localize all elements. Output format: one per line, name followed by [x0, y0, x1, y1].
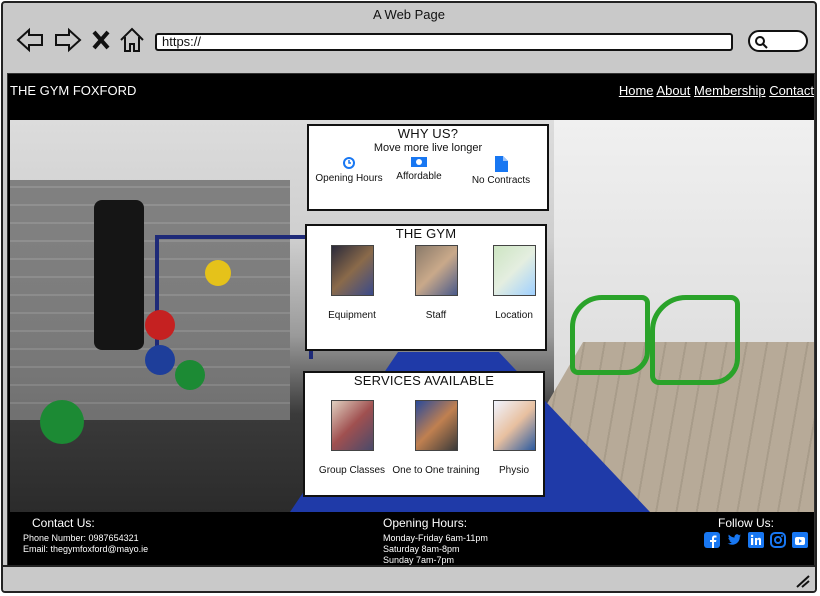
window-title: A Web Page [372, 7, 446, 22]
tile-location[interactable]: Location [475, 245, 553, 321]
nav-membership[interactable]: Membership [694, 83, 766, 98]
social-links [704, 532, 808, 548]
search-icon[interactable] [754, 35, 768, 49]
tile-physio[interactable]: Physio [475, 400, 553, 476]
contact-title: Contact Us: [32, 516, 95, 530]
tile-equipment[interactable]: Equipment [313, 245, 391, 321]
tile-label[interactable]: Location [495, 310, 533, 321]
hours-title: Opening Hours: [383, 516, 468, 530]
nav-about[interactable]: About [656, 83, 690, 98]
back-arrow-icon[interactable] [15, 25, 45, 55]
hours-line: Monday-Friday 6am-11pm [383, 533, 488, 543]
feature-opening-hours: Opening Hours [309, 156, 389, 184]
tile-label[interactable]: Group Classes [319, 465, 385, 476]
clock-icon [343, 157, 355, 169]
browser-window: A Web Page https:// THE GYM FOXFORD Home… [1, 1, 817, 593]
close-x-icon[interactable] [89, 25, 113, 55]
services-title: SERVICES AVAILABLE [353, 373, 495, 388]
twitter-icon[interactable] [726, 532, 742, 548]
top-nav: Home About Membership Contact [619, 83, 814, 98]
punching-bag [94, 200, 144, 350]
why-us-card: WHY US? Move more live longer Opening Ho… [307, 124, 549, 211]
services-card: SERVICES AVAILABLE Group Classes One to … [303, 371, 545, 497]
one-to-one-thumbnail[interactable] [414, 400, 458, 451]
feature-label: Opening Hours [315, 173, 383, 184]
equipment-thumbnail[interactable] [330, 245, 374, 296]
page-viewport: THE GYM FOXFORD Home About Membership Co… [7, 73, 815, 571]
site-header: THE GYM FOXFORD Home About Membership Co… [8, 74, 814, 120]
staff-thumbnail[interactable] [414, 245, 458, 296]
feature-affordable: Affordable [379, 156, 459, 182]
home-icon[interactable] [117, 25, 147, 55]
weight-plate [145, 310, 175, 340]
weight-plate [145, 345, 175, 375]
the-gym-card: THE GYM Equipment Staff Location [305, 224, 547, 351]
weight-plate [205, 260, 231, 286]
forward-arrow-icon[interactable] [53, 25, 83, 55]
tile-label[interactable]: Equipment [328, 310, 376, 321]
nav-home[interactable]: Home [619, 83, 654, 98]
instagram-icon[interactable] [770, 532, 786, 548]
tile-label[interactable]: Staff [426, 310, 446, 321]
resize-grip-icon[interactable] [795, 574, 811, 588]
weight-plate [175, 360, 205, 390]
follow-title: Follow Us: [717, 516, 774, 530]
site-footer: Contact Us: Phone Number: 0987654321 Ema… [8, 512, 814, 570]
tile-group-classes[interactable]: Group Classes [313, 400, 391, 476]
exercise-bike [570, 295, 650, 375]
youtube-icon[interactable] [792, 532, 808, 548]
url-bar[interactable]: https:// [155, 33, 733, 51]
contact-phone: Phone Number: 0987654321 [23, 533, 139, 543]
status-bar [3, 565, 815, 591]
exercise-bike [650, 295, 740, 385]
hours-line: Saturday 8am-8pm [383, 544, 460, 554]
why-us-title: WHY US? [397, 126, 459, 141]
site-brand[interactable]: THE GYM FOXFORD [10, 83, 136, 98]
document-icon [494, 156, 508, 172]
feature-label: Affordable [396, 171, 442, 182]
weight-rack [155, 235, 313, 359]
tile-label[interactable]: Physio [499, 465, 529, 476]
feature-no-contracts: No Contracts [461, 156, 541, 186]
feature-label: No Contracts [471, 175, 531, 186]
tile-staff[interactable]: Staff [397, 245, 475, 321]
search-box[interactable] [748, 30, 808, 52]
physio-thumbnail[interactable] [492, 400, 536, 451]
money-icon [411, 157, 427, 167]
linkedin-icon[interactable] [748, 532, 764, 548]
tile-label[interactable]: One to One training [392, 465, 479, 476]
map-thumbnail[interactable] [492, 245, 536, 296]
the-gym-title: THE GYM [395, 226, 457, 241]
why-us-subtitle: Move more live longer [373, 142, 483, 154]
tile-one-to-one[interactable]: One to One training [391, 400, 481, 476]
contact-email[interactable]: Email: thegymfoxford@mayo.ie [23, 544, 148, 555]
nav-contact[interactable]: Contact [769, 83, 814, 98]
group-classes-thumbnail[interactable] [330, 400, 374, 451]
facebook-icon[interactable] [704, 532, 720, 548]
weight-plate [40, 400, 84, 444]
